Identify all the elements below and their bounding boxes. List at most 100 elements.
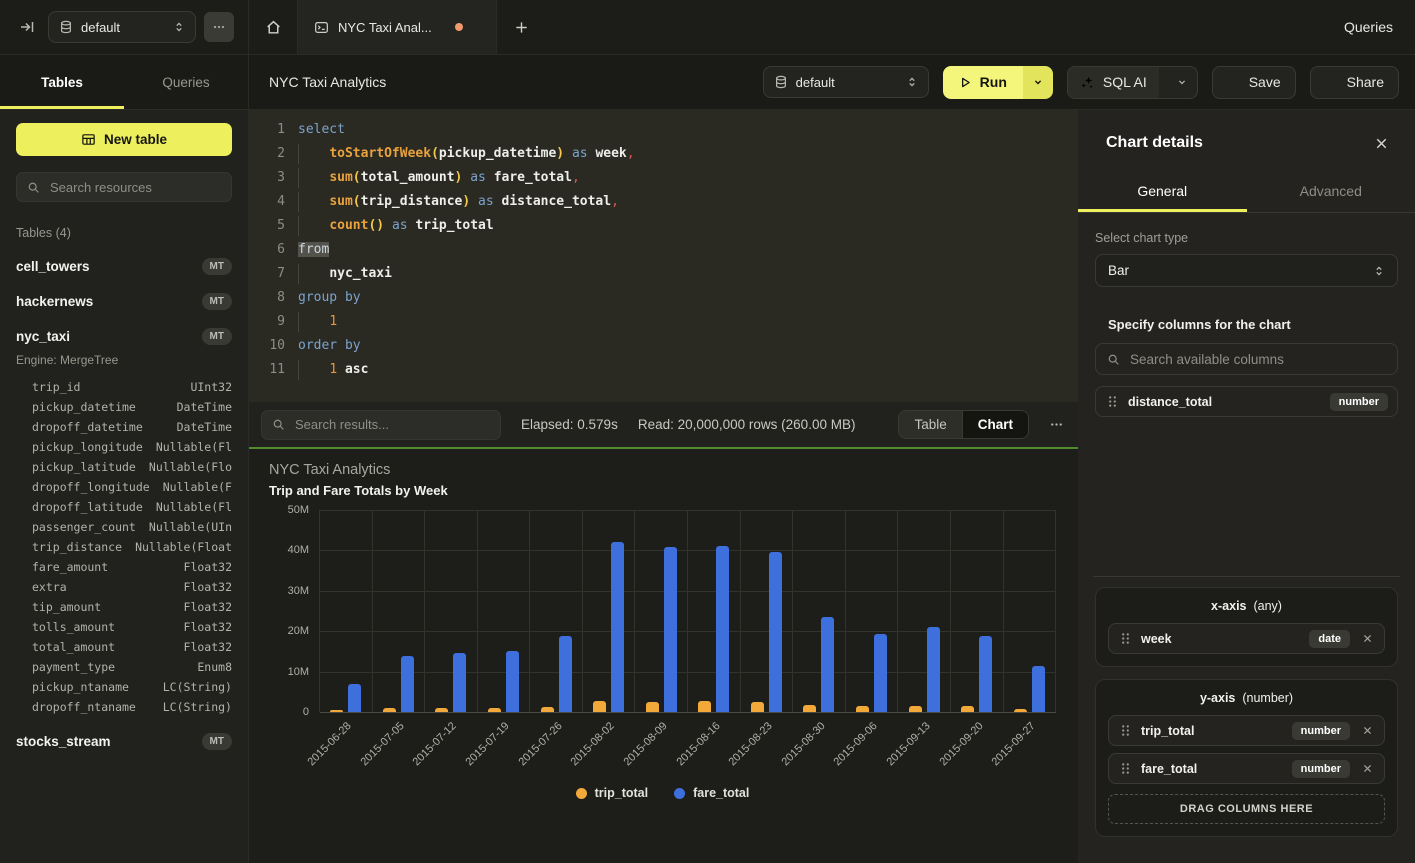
close-icon[interactable] xyxy=(1374,136,1389,151)
column-chip-distance_total[interactable]: distance_totalnumber xyxy=(1095,386,1398,417)
bar-trip_total[interactable] xyxy=(803,705,816,712)
column-type: Float32 xyxy=(184,637,232,657)
x-tick-label: 2015-06-28 xyxy=(306,720,354,768)
bar-trip_total[interactable] xyxy=(646,702,659,713)
column-chip-fare_total[interactable]: fare_totalnumber xyxy=(1108,753,1385,784)
columns-search[interactable] xyxy=(1095,343,1398,375)
sql-ai-button[interactable]: SQL AI xyxy=(1068,67,1159,98)
bar-fare_total[interactable] xyxy=(401,656,414,712)
engine-badge: MT xyxy=(202,733,232,750)
database-selector[interactable]: default xyxy=(48,11,196,43)
play-icon xyxy=(959,76,972,89)
sidebar-item-hackernews[interactable]: hackernews MT xyxy=(16,293,232,310)
chart-column xyxy=(1004,510,1057,712)
legend-item-fare_total[interactable]: fare_total xyxy=(674,786,749,800)
bar-fare_total[interactable] xyxy=(716,546,729,712)
tab-strip: NYC Taxi Anal... xyxy=(249,0,545,54)
y-tick-label: 20M xyxy=(288,625,309,637)
sidebar-item-cell-towers[interactable]: cell_towers MT xyxy=(16,258,232,275)
chip-name: trip_total xyxy=(1141,724,1282,738)
run-button[interactable]: Run xyxy=(943,66,1023,99)
toggle-table[interactable]: Table xyxy=(899,411,961,438)
sidebar-item-stocks-stream[interactable]: stocks_stream MT xyxy=(16,733,232,750)
bar-fare_total[interactable] xyxy=(874,634,887,712)
resources-search-input[interactable] xyxy=(48,179,228,196)
bar-fare_total[interactable] xyxy=(506,651,519,712)
code-content: 1 asc xyxy=(285,358,368,382)
sql-ai-options-button[interactable] xyxy=(1167,67,1197,98)
queries-button[interactable]: Queries xyxy=(1320,19,1393,35)
line-number: 2 xyxy=(249,142,285,166)
drag-handle-icon[interactable] xyxy=(1120,632,1131,645)
code-line: 8group by xyxy=(249,286,1078,310)
bar-fare_total[interactable] xyxy=(769,552,782,712)
run-options-button[interactable] xyxy=(1023,66,1053,99)
bar-fare_total[interactable] xyxy=(348,684,361,712)
toolbar-database-selector[interactable]: default xyxy=(763,66,929,98)
remove-chip-icon[interactable] xyxy=(1360,761,1375,776)
toggle-chart[interactable]: Chart xyxy=(962,411,1028,438)
code-token: , xyxy=(627,146,635,161)
bar-trip_total[interactable] xyxy=(751,702,764,712)
column-name: pickup_ntaname xyxy=(32,677,129,697)
code-token: sum xyxy=(329,194,352,209)
results-search-input[interactable] xyxy=(293,416,490,433)
code-token: from xyxy=(298,242,329,257)
tab-nyc-taxi-analytics[interactable]: NYC Taxi Anal... xyxy=(297,0,497,54)
sidebar-item-nyc-taxi[interactable]: nyc_taxi MT xyxy=(16,328,232,345)
column-chip-trip_total[interactable]: trip_totalnumber xyxy=(1108,715,1385,746)
bar-fare_total[interactable] xyxy=(664,547,677,712)
engine-label: Engine: MergeTree xyxy=(16,353,232,367)
column-chip-week[interactable]: weekdate xyxy=(1108,623,1385,654)
code-token: total_amount xyxy=(361,170,455,185)
code-line: 2 toStartOfWeek(pickup_datetime) as week… xyxy=(249,142,1078,166)
code-content: order by xyxy=(285,334,361,358)
home-button[interactable] xyxy=(249,0,297,54)
line-number: 3 xyxy=(249,166,285,190)
sql-editor[interactable]: 1select2 toStartOfWeek(pickup_datetime) … xyxy=(249,110,1078,402)
tab-queries[interactable]: Queries xyxy=(124,55,248,109)
results-search[interactable] xyxy=(261,410,501,440)
drag-handle-icon[interactable] xyxy=(1120,724,1131,737)
drag-handle-icon[interactable] xyxy=(1120,762,1131,775)
search-icon xyxy=(1107,353,1120,366)
bar-fare_total[interactable] xyxy=(559,636,572,712)
resources-search[interactable] xyxy=(16,172,232,202)
save-button[interactable]: Save xyxy=(1212,66,1296,99)
bar-trip_total[interactable] xyxy=(593,701,606,712)
tab-general[interactable]: General xyxy=(1078,172,1247,212)
share-button[interactable]: Share xyxy=(1310,66,1399,99)
remove-chip-icon[interactable] xyxy=(1360,631,1375,646)
new-table-button[interactable]: New table xyxy=(16,123,232,156)
code-content: toStartOfWeek(pickup_datetime) as week, xyxy=(285,142,635,166)
chart-details-panel: Chart details General Advanced Select ch… xyxy=(1078,110,1415,863)
columns-search-input[interactable] xyxy=(1128,351,1386,368)
drag-handle-icon[interactable] xyxy=(1107,395,1118,408)
code-line: 3 sum(total_amount) as fare_total, xyxy=(249,166,1078,190)
tab-advanced[interactable]: Advanced xyxy=(1247,172,1415,212)
chart-type-select[interactable]: Bar xyxy=(1095,254,1398,287)
remove-chip-icon[interactable] xyxy=(1360,723,1375,738)
new-tab-button[interactable] xyxy=(497,0,545,54)
line-number: 7 xyxy=(249,262,285,286)
bar-trip_total[interactable] xyxy=(698,701,711,712)
bar-fare_total[interactable] xyxy=(927,627,940,712)
bar-fare_total[interactable] xyxy=(1032,666,1045,712)
drag-columns-dropzone[interactable]: DRAG COLUMNS HERE xyxy=(1108,794,1385,824)
table-column-row: dropoff_datetimeDateTime xyxy=(16,417,232,437)
bar-fare_total[interactable] xyxy=(611,542,624,712)
tab-tables[interactable]: Tables xyxy=(0,55,124,109)
legend-item-trip_total[interactable]: trip_total xyxy=(576,786,648,800)
bar-fare_total[interactable] xyxy=(453,653,466,712)
legend-dot xyxy=(576,788,587,799)
code-line: 7 nyc_taxi xyxy=(249,262,1078,286)
code-token: 1 xyxy=(329,362,337,377)
code-token: ( xyxy=(431,146,439,161)
collapse-sidebar-icon[interactable] xyxy=(14,14,40,40)
bar-fare_total[interactable] xyxy=(979,636,992,712)
code-content: from xyxy=(285,238,329,262)
results-more-button[interactable] xyxy=(1049,417,1064,432)
sidebar-more-button[interactable] xyxy=(204,12,234,42)
chip-name: distance_total xyxy=(1128,395,1320,409)
bar-fare_total[interactable] xyxy=(821,617,834,712)
